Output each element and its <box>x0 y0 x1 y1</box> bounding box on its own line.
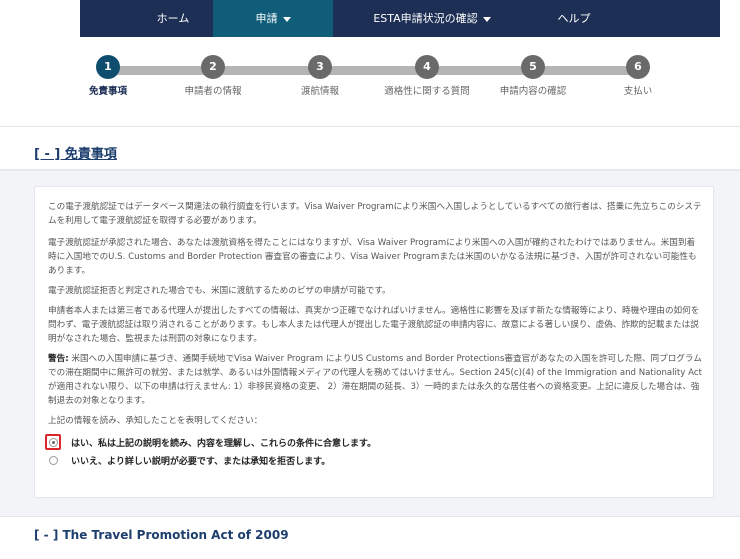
travel-promotion-section-header: [ - ] The Travel Promotion Act of 2009 <box>0 516 740 559</box>
disclaimer-paragraph-3: 電子渡航認証拒否と判定された場合でも、米国に渡航するためのビザの申請が可能です。 <box>48 286 391 296</box>
warning-paragraph: 警告: 米国への入国申請に基づき、通関手続地でVisa Waiver Progr… <box>48 352 703 408</box>
acknowledge-prompt: 上記の情報を読み、承知したことを表明してください： <box>48 416 263 426</box>
step-6-label: 支払い <box>623 86 653 97</box>
warning-label: 警告: <box>48 354 69 364</box>
disclaimer-toggle-title[interactable]: [ - ] 免責事項 <box>34 143 117 162</box>
travel-promotion-toggle-title[interactable]: [ - ] The Travel Promotion Act of 2009 <box>34 528 289 542</box>
top-navigation: ホーム 申請 ESTA申請状況の確認 ヘルプ <box>0 0 740 37</box>
divider <box>0 169 740 171</box>
chevron-down-icon <box>482 16 491 22</box>
step-1-label: 免責事項 <box>88 86 127 97</box>
step-2-label: 申請者の情報 <box>184 86 242 97</box>
nav-item-label: ESTA申請状況の確認 <box>373 12 478 25</box>
disclaimer-content: この電子渡航認証ではデータベース関連法の執行調査を行います。Visa Waive… <box>34 186 714 498</box>
warning-text: 米国への入国申請に基づき、通関手続地でVisa Waiver Program に… <box>48 354 702 406</box>
disclaimer-paragraph-4: 申請者本人または第三者である代理人が提出したすべての情報は、真実かつ正確でなけれ… <box>48 306 700 344</box>
nav-item-help[interactable]: ヘルプ <box>534 0 614 37</box>
step-2-circle[interactable]: 2 <box>201 55 225 79</box>
step-4-label: 適格性に関する質問 <box>384 86 470 97</box>
step-5-label: 申請内容の確認 <box>499 86 567 97</box>
step-3-circle[interactable]: 3 <box>308 55 332 79</box>
agree-radio[interactable] <box>48 437 58 447</box>
nav-item-label: ヘルプ <box>557 12 591 25</box>
step-1-circle[interactable]: 1 <box>96 55 120 79</box>
step-4-circle[interactable]: 4 <box>415 55 439 79</box>
decline-option-label: いいえ、より詳しい説明が必要です、または承知を拒否します。 <box>71 456 331 467</box>
nav-item-label: 申請 <box>255 12 278 25</box>
disclaimer-paragraph-1: この電子渡航認証ではデータベース関連法の執行調査を行います。Visa Waive… <box>48 202 702 226</box>
decline-radio-wrap <box>45 452 61 468</box>
stepper-track <box>108 66 636 75</box>
step-6-circle[interactable]: 6 <box>626 55 650 79</box>
nav-item-check-status[interactable]: ESTA申請状況の確認 <box>348 0 516 37</box>
disclaimer-section-header: [ - ] 免責事項 <box>0 127 740 171</box>
disclaimer-paragraph-2: 電子渡航認証が承認された場合、あなたは渡航資格を得たことにはなりますが、Visa… <box>48 238 697 276</box>
step-5-circle[interactable]: 5 <box>521 55 545 79</box>
agree-option-label: はい、私は上記の説明を読み、内容を理解し、これらの条件に合意します。 <box>71 438 377 449</box>
progress-stepper: 1 2 3 4 5 6 免責事項 申請者の情報 渡航情報 適格性に関する質問 申… <box>0 37 740 127</box>
decline-option[interactable]: いいえ、より詳しい説明が必要です、または承知を拒否します。 <box>45 452 330 468</box>
nav-item-apply[interactable]: 申請 <box>213 0 333 37</box>
decline-radio[interactable] <box>48 455 58 465</box>
chevron-down-icon <box>282 16 291 22</box>
step-3-label: 渡航情報 <box>300 86 339 97</box>
nav-item-home[interactable]: ホーム <box>120 0 226 37</box>
nav-left-spacer <box>0 0 80 37</box>
nav-item-label: ホーム <box>156 12 190 25</box>
agree-option[interactable]: はい、私は上記の説明を読み、内容を理解し、これらの条件に合意します。 <box>45 434 376 450</box>
nav-right-spacer <box>720 0 740 37</box>
agree-radio-highlight <box>45 434 61 450</box>
